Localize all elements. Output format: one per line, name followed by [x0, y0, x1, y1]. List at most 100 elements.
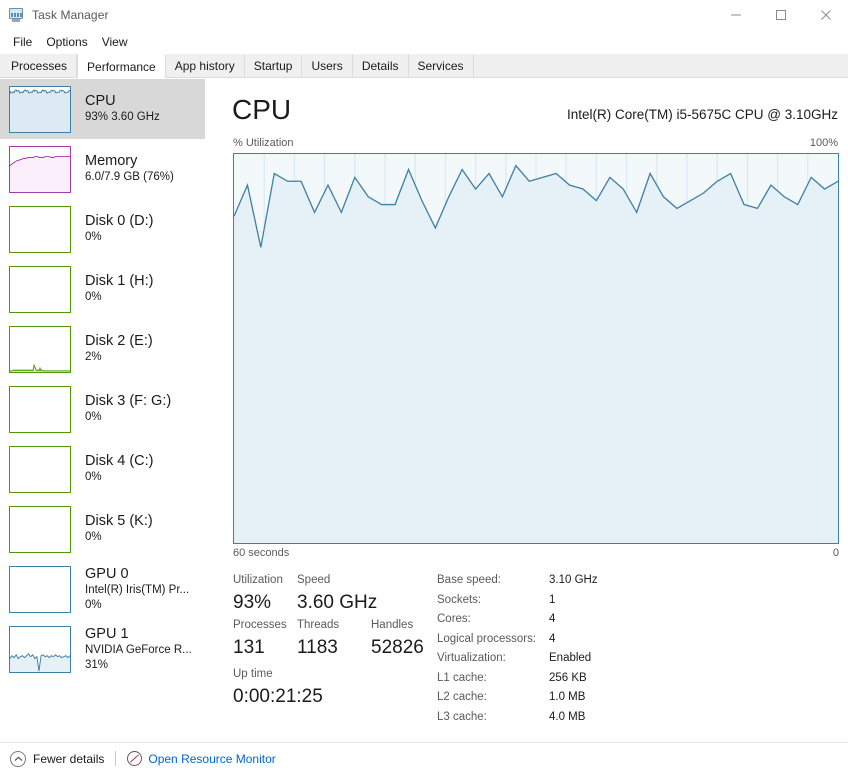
detail-label: L3 cache: — [437, 710, 487, 723]
processes-value: 131 — [233, 637, 265, 658]
detail-value: 1 — [549, 593, 556, 606]
sidebar-thumbnail-graph — [9, 505, 71, 553]
status-bar: Fewer details Open Resource Monitor — [0, 742, 848, 774]
panel-header: CPU Intel(R) Core(TM) i5-5675C CPU @ 3.1… — [232, 95, 838, 135]
sidebar-item-label: Disk 3 (F: G:) — [85, 393, 172, 409]
resource-sidebar[interactable]: CPU 93% 3.60 GHz Memory 6.0/7.9 GB (76%) Dis… — [0, 79, 205, 742]
window-title: Task Manager — [32, 8, 109, 22]
tab-label: Users — [311, 58, 343, 73]
detail-row: L2 cache: 1.0 MB — [437, 688, 687, 708]
tab-details[interactable]: Details — [352, 54, 409, 77]
tab-label: App history — [174, 58, 235, 73]
tab-label: Services — [417, 58, 464, 73]
sidebar-item-label: Disk 4 (C:) — [85, 453, 154, 469]
task-manager-window: Task Manager File Options View Processes… — [0, 0, 848, 774]
tab-performance[interactable]: Performance — [77, 54, 166, 78]
sidebar-item-memory[interactable]: Memory 6.0/7.9 GB (76%) — [0, 139, 205, 199]
detail-row: Cores: 4 — [437, 610, 687, 630]
sidebar-item-gpu-0[interactable]: GPU 0 Intel(R) Iris(TM) Pr... 0% — [0, 559, 205, 619]
utilization-label: Utilization — [233, 574, 283, 586]
axis-label-duration: 60 seconds — [233, 547, 290, 559]
sidebar-item-cpu[interactable]: CPU 93% 3.60 GHz — [0, 79, 205, 139]
detail-value: 4.0 MB — [549, 710, 586, 723]
sidebar-item-disk-5-k[interactable]: Disk 5 (K:) 0% — [0, 499, 205, 559]
tab-services[interactable]: Services — [408, 54, 474, 77]
sidebar-item-disk-2-e[interactable]: Disk 2 (E:) 2% — [0, 319, 205, 379]
status-separator — [115, 751, 117, 766]
sidebar-item-label: CPU — [85, 93, 116, 109]
axis-label-max: 100% — [809, 137, 838, 149]
cpu-utilization-graph[interactable] — [233, 153, 839, 544]
sidebar-thumbnail-graph — [9, 445, 71, 493]
menu-item-options[interactable]: Options — [39, 33, 94, 51]
handles-value: 52826 — [371, 637, 424, 658]
sidebar-item-text: GPU 1 NVIDIA GeForce R... 31% — [85, 626, 192, 672]
detail-row: L3 cache: 4.0 MB — [437, 708, 687, 728]
sidebar-item-detail: 0% — [85, 291, 102, 303]
tab-label: Startup — [253, 58, 293, 73]
tab-startup[interactable]: Startup — [244, 54, 303, 77]
sidebar-item-label: Disk 0 (D:) — [85, 213, 154, 229]
sidebar-item-text: Disk 1 (H:) 0% — [85, 273, 153, 305]
sidebar-item-text: Memory 6.0/7.9 GB (76%) — [85, 153, 174, 185]
sidebar-item-text: CPU 93% 3.60 GHz — [85, 93, 160, 125]
detail-label: L2 cache: — [437, 691, 487, 703]
threads-label: Threads — [297, 619, 340, 631]
open-resource-monitor-button[interactable]: Open Resource Monitor — [127, 751, 276, 766]
maximize-icon[interactable] — [758, 0, 803, 30]
sidebar-thumbnail-graph — [9, 325, 71, 373]
tab-strip: Processes Performance App history Startup Us… — [0, 54, 848, 78]
sidebar-item-detail: 2% — [85, 351, 102, 363]
sidebar-item-detail: 0% — [85, 411, 102, 423]
sidebar-item-text: Disk 0 (D:) 0% — [85, 213, 153, 245]
tab-users[interactable]: Users — [302, 54, 353, 77]
cpu-stats-details: Base speed: 3.10 GHz Sockets: 1 Cores: 4 Logic… — [437, 571, 687, 727]
sidebar-item-label: GPU 0 — [85, 566, 129, 582]
sidebar-item-disk-4-c[interactable]: Disk 4 (C:) 0% — [0, 439, 205, 499]
window-controls — [713, 0, 848, 30]
sidebar-thumbnail-graph — [9, 205, 71, 253]
fewer-details-label: Fewer details — [33, 751, 105, 766]
tab-processes[interactable]: Processes — [1, 54, 78, 77]
sidebar-thumbnail-graph — [9, 385, 71, 433]
uptime-value: 0:00:21:25 — [233, 686, 323, 707]
sidebar-item-label: Disk 1 (H:) — [85, 273, 154, 289]
menu-item-view[interactable]: View — [95, 33, 135, 51]
minimize-icon[interactable] — [713, 0, 758, 30]
sidebar-item-disk-1-h[interactable]: Disk 1 (H:) 0% — [0, 259, 205, 319]
cpu-model-label: Intel(R) Core(TM) i5-5675C CPU @ 3.10GHz — [566, 107, 838, 122]
sidebar-thumbnail-graph — [9, 625, 71, 673]
sidebar-item-label: Disk 2 (E:) — [85, 333, 153, 349]
cpu-detail-panel: CPU Intel(R) Core(TM) i5-5675C CPU @ 3.1… — [205, 79, 848, 742]
speed-value: 3.60 GHz — [297, 592, 378, 613]
detail-label: L1 cache: — [437, 671, 487, 684]
threads-value: 1183 — [297, 637, 338, 658]
sidebar-item-detail: 0% — [85, 471, 102, 483]
resource-monitor-icon — [127, 751, 143, 766]
page-title: CPU — [232, 94, 292, 125]
detail-label: Sockets: — [437, 593, 482, 606]
task-manager-icon — [7, 7, 24, 23]
sidebar-thumbnail-graph — [9, 565, 71, 613]
sidebar-item-detail: 93% 3.60 GHz — [85, 111, 160, 123]
sidebar-item-detail: NVIDIA GeForce R... — [85, 644, 192, 656]
close-icon[interactable] — [803, 0, 848, 30]
tab-app-history[interactable]: App history — [165, 54, 245, 77]
detail-row: L1 cache: 256 KB — [437, 669, 687, 689]
sidebar-thumbnail-graph — [9, 85, 71, 133]
detail-value: 3.10 GHz — [549, 574, 598, 586]
menu-item-file[interactable]: File — [6, 33, 39, 51]
detail-value: 4 — [549, 613, 556, 625]
fewer-details-button[interactable]: Fewer details — [10, 750, 105, 767]
title-bar: Task Manager — [0, 0, 848, 30]
sidebar-item-label: GPU 1 — [85, 626, 129, 642]
sidebar-item-disk-3-f-g[interactable]: Disk 3 (F: G:) 0% — [0, 379, 205, 439]
graph-top-axis: % Utilization 100% — [233, 137, 838, 149]
open-resource-monitor-label: Open Resource Monitor — [148, 751, 276, 766]
cpu-stats-primary: Utilization Speed 93% 3.60 GHz Processes… — [233, 571, 433, 710]
sidebar-item-disk-0-d[interactable]: Disk 0 (D:) 0% — [0, 199, 205, 259]
sidebar-item-gpu-1[interactable]: GPU 1 NVIDIA GeForce R... 31% — [0, 619, 205, 679]
sidebar-item-text: Disk 5 (K:) 0% — [85, 513, 153, 545]
detail-row: Logical processors: 4 — [437, 630, 687, 650]
axis-label-zero: 0 — [832, 547, 839, 559]
